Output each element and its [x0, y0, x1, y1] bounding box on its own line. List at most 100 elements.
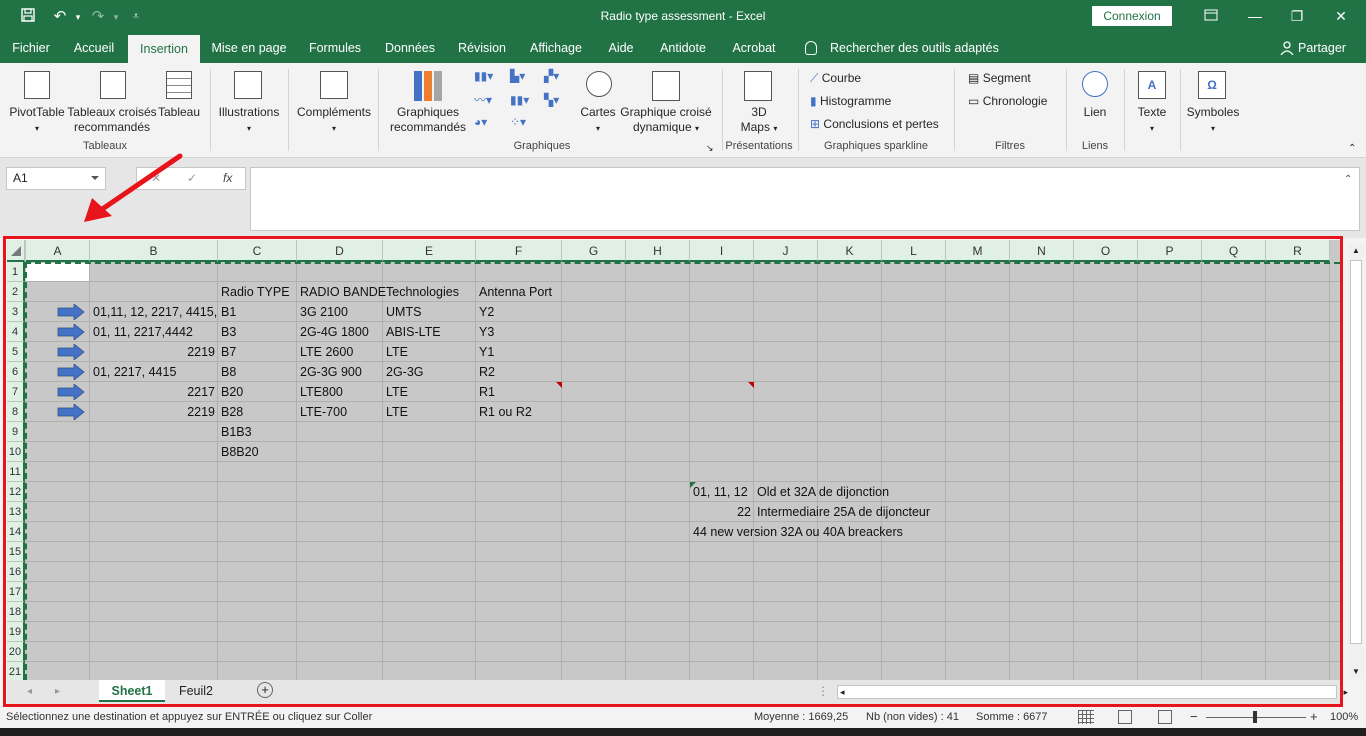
stat-chart-icon[interactable]: ▮▮▾ — [510, 93, 529, 108]
name-box-value: A1 — [13, 171, 28, 185]
link-button[interactable]: Lien — [1072, 105, 1118, 120]
table-icon — [166, 71, 192, 99]
zoom-slider-thumb[interactable] — [1253, 711, 1257, 723]
waterfall-chart-icon[interactable]: ▞▾ — [544, 69, 559, 84]
graphiques-launcher-icon[interactable]: ↘ — [706, 141, 714, 156]
scroll-up-icon[interactable]: ▲ — [1352, 246, 1360, 255]
tab-formules[interactable]: Formules — [302, 33, 368, 63]
illustrations-label: Illustrations — [218, 105, 280, 119]
recommended-pivot-label-2: recommandés — [73, 120, 151, 134]
formula-bar: A1 ✕ ✓ fx ⌃ — [0, 158, 1366, 238]
connexion-button[interactable]: Connexion — [1092, 6, 1172, 26]
status-message: Sélectionnez une destination et appuyez … — [6, 711, 373, 723]
illustrations-button[interactable]: Illustrations ▾ — [214, 105, 284, 136]
page-break-icon[interactable] — [1158, 710, 1172, 724]
tab-accueil[interactable]: Accueil — [66, 33, 122, 63]
ribbon-separator — [288, 69, 289, 151]
3d-maps-label-2: Maps — [740, 120, 770, 134]
tab-donnees[interactable]: Données — [378, 33, 442, 63]
ribbon-separator — [722, 69, 723, 151]
status-average[interactable]: Moyenne : 1669,25 — [754, 711, 848, 723]
recommended-charts-button[interactable]: Graphiques recommandés — [386, 105, 470, 135]
zoom-in-icon[interactable]: + — [1310, 709, 1318, 724]
group-graphiques-label: Graphiques — [513, 140, 571, 152]
3d-maps-button[interactable]: 3D Maps ▾ — [732, 105, 786, 136]
tab-revision[interactable]: Révision — [452, 33, 512, 63]
scatter-chart-icon[interactable]: ⁘▾ — [510, 115, 526, 130]
timeline-icon: ▭ — [968, 94, 980, 108]
ribbon-display-icon[interactable] — [1196, 5, 1226, 27]
formula-input[interactable] — [250, 167, 1360, 231]
confirm-icon[interactable]: ✓ — [187, 171, 197, 185]
page-layout-icon[interactable] — [1118, 710, 1132, 724]
scroll-right-icon[interactable]: ▸ — [1343, 686, 1348, 698]
vertical-scrollbar[interactable]: ▲ ▼ — [1348, 244, 1364, 678]
taskbar — [0, 728, 1366, 736]
ribbon-separator — [798, 69, 799, 151]
status-sum[interactable]: Somme : 6677 — [976, 711, 1048, 723]
pivotchart-label-1: Graphique croisé — [620, 105, 712, 119]
tab-fichier[interactable]: Fichier — [4, 33, 58, 63]
tab-affichage[interactable]: Affichage — [522, 33, 590, 63]
tab-mise-en-page[interactable]: Mise en page — [206, 33, 292, 63]
symbols-button[interactable]: Symboles ▾ — [1184, 105, 1242, 136]
title-bar: ↶ ▾ ↷ ▾ ⩡ Radio type assessment - Excel … — [0, 0, 1366, 33]
ribbon-separator — [378, 69, 379, 151]
illustrations-icon — [234, 71, 262, 99]
tab-acrobat[interactable]: Acrobat — [724, 33, 784, 63]
zoom-level[interactable]: 100% — [1330, 711, 1358, 723]
slicer-button[interactable]: ▤ Segment — [968, 71, 1031, 86]
sparkline-line-label: Courbe — [821, 71, 862, 85]
pivottable-button[interactable]: PivotTable ▾ — [6, 105, 68, 136]
status-count[interactable]: Nb (non vides) : 41 — [866, 711, 959, 723]
column-chart-icon[interactable]: ▮▮▾ — [474, 69, 493, 84]
symbols-label: Symboles — [1186, 105, 1240, 119]
pivotchart-button[interactable]: Graphique croisé dynamique ▾ — [618, 105, 714, 136]
group-filtres-label: Filtres — [995, 140, 1025, 152]
person-icon[interactable] — [1280, 41, 1294, 55]
normal-view-icon[interactable] — [1078, 710, 1094, 724]
lightbulb-icon[interactable] — [805, 41, 817, 55]
hierarchy-chart-icon[interactable]: ▙▾ — [510, 69, 525, 84]
search-tools[interactable]: Rechercher des outils adaptés — [830, 33, 999, 63]
close-icon[interactable]: ✕ — [1326, 5, 1356, 27]
pie-chart-icon[interactable]: ◕▾ — [474, 115, 487, 130]
vertical-scroll-thumb[interactable] — [1350, 260, 1362, 644]
pivottable-icon — [24, 71, 50, 99]
minimize-icon[interactable]: — — [1240, 5, 1270, 27]
status-bar: Sélectionnez une destination et appuyez … — [0, 708, 1366, 728]
zoom-out-icon[interactable]: − — [1190, 709, 1198, 724]
timeline-label: Chronologie — [982, 94, 1048, 108]
recommended-pivot-icon — [100, 71, 126, 99]
restore-icon[interactable]: ❐ — [1282, 5, 1312, 27]
sparkline-winloss-button[interactable]: ⊞ Conclusions et pertes — [810, 117, 939, 132]
expand-formula-icon[interactable]: ⌃ — [1344, 172, 1352, 187]
slicer-icon: ▤ — [968, 71, 980, 85]
recommended-pivot-label-1: Tableaux croisés — [67, 105, 157, 119]
sparkline-column-button[interactable]: ▮ Histogramme — [810, 94, 891, 109]
recommended-charts-icon — [414, 71, 442, 101]
table-button[interactable]: Tableau — [156, 105, 202, 120]
recommended-pivot-button[interactable]: Tableaux croisés recommandés — [66, 105, 158, 135]
pivottable-label: PivotTable — [9, 105, 65, 119]
timeline-button[interactable]: ▭ Chronologie — [968, 94, 1047, 109]
pivotchart-label-2: dynamique — [632, 120, 692, 134]
share-button[interactable]: Partager — [1298, 33, 1346, 63]
sparkline-line-button[interactable]: ⟋ Courbe — [810, 71, 861, 86]
maps-button[interactable]: Cartes ▾ — [576, 105, 620, 136]
tab-insertion[interactable]: Insertion — [128, 33, 200, 63]
insert-function-button[interactable]: fx — [223, 171, 232, 185]
collapse-ribbon-icon[interactable]: ⌃ — [1348, 141, 1356, 156]
tab-aide[interactable]: Aide — [600, 33, 642, 63]
addins-icon — [320, 71, 348, 99]
text-button[interactable]: Texte ▾ — [1128, 105, 1176, 136]
addins-button[interactable]: Compléments ▾ — [294, 105, 374, 136]
group-liens-label: Liens — [1081, 140, 1109, 152]
line-chart-icon[interactable]: 〰▾ — [474, 93, 492, 108]
sparkline-winloss-label: Conclusions et pertes — [823, 117, 939, 131]
ribbon-tabs: Fichier Accueil Insertion Mise en page F… — [0, 33, 1366, 63]
tab-antidote[interactable]: Antidote — [652, 33, 714, 63]
combo-chart-icon[interactable]: ▚▾ — [544, 93, 559, 108]
link-icon — [1082, 71, 1108, 97]
scroll-down-icon[interactable]: ▼ — [1352, 667, 1360, 676]
